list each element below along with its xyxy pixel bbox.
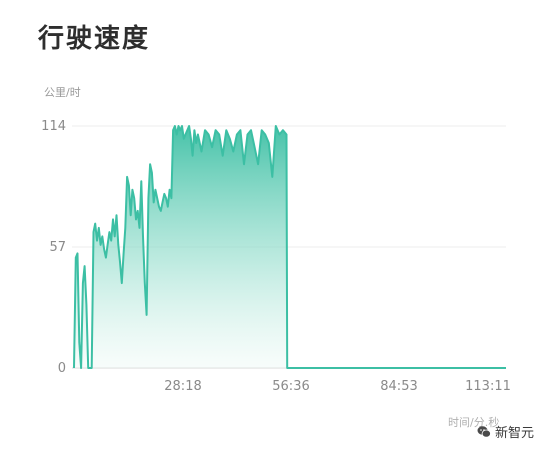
speed-chart: 0 57 114 28:18 56:36 84:53 113:11 [41, 119, 511, 394]
watermark-text: 新智元 [494, 426, 534, 441]
x-tick-label: 84:53 [380, 379, 417, 394]
watermark: 新智元 [477, 422, 534, 441]
x-tick-label: 28:18 [164, 379, 201, 394]
y-tick-label: 0 [58, 361, 66, 376]
y-tick-label: 57 [49, 240, 66, 255]
wechat-icon [477, 425, 491, 439]
x-tick-label: 113:11 [465, 379, 511, 394]
x-tick-label: 56:36 [272, 379, 309, 394]
y-tick-label: 114 [41, 119, 66, 134]
